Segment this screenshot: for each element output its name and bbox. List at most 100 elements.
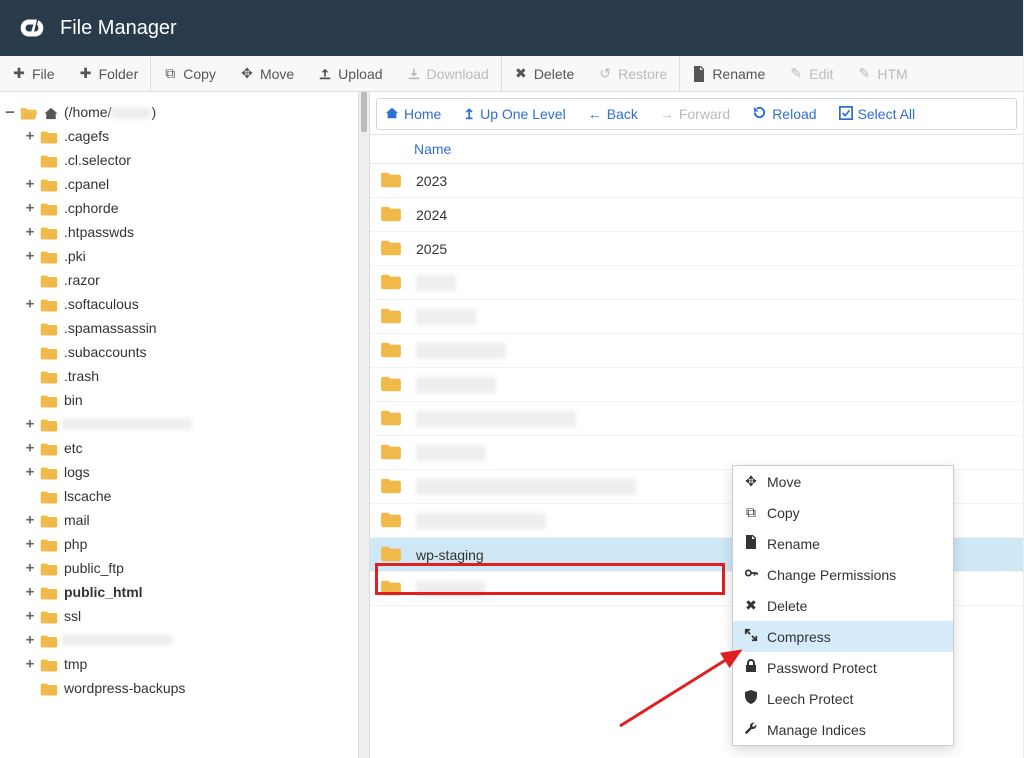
nav-home-button[interactable]: Home — [385, 106, 441, 123]
file-row[interactable] — [370, 266, 1023, 300]
app-title: File Manager — [60, 17, 177, 40]
expand-icon[interactable]: + — [24, 604, 36, 628]
file-button[interactable]: ✚File — [0, 56, 67, 91]
tree-item[interactable]: public_ftp — [62, 556, 124, 580]
folder-icon — [40, 368, 58, 384]
nav-forward-button[interactable]: →Forward — [660, 106, 730, 122]
folder-icon — [40, 440, 58, 456]
tree-item[interactable]: .cagefs — [62, 124, 109, 148]
nav-up-button[interactable]: ↥Up One Level — [463, 106, 565, 123]
tree-item-redacted[interactable] — [62, 418, 192, 430]
expand-icon[interactable]: + — [24, 124, 36, 148]
file-row[interactable] — [370, 334, 1023, 368]
nav-reload-button[interactable]: Reload — [752, 105, 816, 123]
expand-icon[interactable]: + — [24, 556, 36, 580]
expand-icon[interactable]: + — [24, 436, 36, 460]
tree-item-redacted[interactable] — [62, 634, 172, 646]
column-header-name[interactable]: Name — [370, 134, 1023, 164]
expand-icon[interactable]: + — [24, 196, 36, 220]
tree-item[interactable]: .pki — [62, 244, 86, 268]
file-name-redacted — [416, 309, 476, 325]
root-label[interactable]: (/home/) — [62, 100, 156, 124]
folder-icon — [40, 464, 58, 480]
tree-item[interactable]: .razor — [62, 268, 100, 292]
undo-icon: ↺ — [598, 67, 612, 81]
file-name-redacted — [416, 479, 636, 495]
tree-item[interactable]: php — [62, 532, 87, 556]
restore-button[interactable]: ↺Restore — [586, 56, 679, 91]
move-button[interactable]: ✥Move — [228, 56, 306, 91]
check-square-icon — [839, 106, 853, 123]
expand-icon[interactable]: + — [24, 580, 36, 604]
folder-icon — [40, 176, 58, 192]
folder-icon — [40, 392, 58, 408]
file-row[interactable]: 2025 — [370, 232, 1023, 266]
tree-item[interactable]: bin — [62, 388, 83, 412]
context-menu-compress[interactable]: Compress — [733, 621, 953, 652]
delete-button[interactable]: ✖Delete — [502, 56, 586, 91]
expand-icon[interactable]: + — [24, 220, 36, 244]
file-row[interactable] — [370, 368, 1023, 402]
tree-item[interactable]: ssl — [62, 604, 81, 628]
file-row[interactable]: 2024 — [370, 198, 1023, 232]
nav-back-button[interactable]: ←Back — [588, 106, 638, 122]
file-row[interactable]: 2023 — [370, 164, 1023, 198]
x-icon: ✖ — [743, 597, 759, 614]
tree-item[interactable]: .trash — [62, 364, 99, 388]
tree-item[interactable]: lscache — [62, 484, 111, 508]
tree-item[interactable]: .htpasswds — [62, 220, 134, 244]
tree-item[interactable]: mail — [62, 508, 90, 532]
tree-item[interactable]: .subaccounts — [62, 340, 147, 364]
tree-item[interactable]: .spamassassin — [62, 316, 157, 340]
tree-item[interactable]: wordpress-backups — [62, 676, 185, 700]
tree-item[interactable]: logs — [62, 460, 90, 484]
download-button[interactable]: Download — [395, 56, 501, 91]
context-menu-manage-indices[interactable]: Manage Indices — [733, 714, 953, 745]
tree-item[interactable]: .cpanel — [62, 172, 109, 196]
context-menu-delete[interactable]: ✖Delete — [733, 590, 953, 621]
expand-icon[interactable]: + — [24, 412, 36, 436]
expand-icon[interactable]: + — [24, 172, 36, 196]
tree-item[interactable]: .cl.selector — [62, 148, 131, 172]
context-menu-leech-protect[interactable]: Leech Protect — [733, 683, 953, 714]
expand-icon[interactable]: + — [24, 508, 36, 532]
expand-icon[interactable]: + — [24, 244, 36, 268]
edit-button[interactable]: ✎Edit — [777, 56, 845, 91]
context-menu-copy[interactable]: ⧉Copy — [733, 497, 953, 528]
nav-select-all-button[interactable]: Select All — [839, 106, 916, 123]
splitter-handle[interactable] — [358, 92, 370, 758]
html-editor-button[interactable]: ✎HTM — [845, 56, 919, 91]
context-menu-password-protect[interactable]: Password Protect — [733, 652, 953, 683]
expand-icon[interactable]: + — [24, 628, 36, 652]
collapse-icon[interactable]: – — [4, 100, 16, 124]
file-name: wp-staging — [416, 547, 484, 563]
context-menu-move[interactable]: ✥Move — [733, 466, 953, 497]
file-name: 2025 — [416, 241, 447, 257]
expand-icon[interactable]: + — [24, 292, 36, 316]
copy-button[interactable]: ⧉Copy — [151, 56, 228, 91]
file-row[interactable] — [370, 402, 1023, 436]
folder-tree[interactable]: – (/home/) + .cagefs.cl.selector + .cpanel +… — [0, 92, 358, 758]
tree-item[interactable]: etc — [62, 436, 83, 460]
expand-icon[interactable]: + — [24, 532, 36, 556]
tree-item[interactable]: public_html — [62, 580, 143, 604]
upload-button[interactable]: Upload — [306, 56, 394, 91]
folder-icon — [40, 320, 58, 336]
folder-icon — [380, 171, 404, 191]
context-menu-rename[interactable]: Rename — [733, 528, 953, 559]
tree-item[interactable]: .cphorde — [62, 196, 118, 220]
folder-button[interactable]: ✚Folder — [67, 56, 151, 91]
expand-icon[interactable]: + — [24, 460, 36, 484]
context-menu-change-permissions[interactable]: Change Permissions — [733, 559, 953, 590]
rename-button[interactable]: Rename — [680, 56, 777, 91]
file-row[interactable] — [370, 300, 1023, 334]
shield-icon — [743, 690, 759, 707]
folder-icon — [40, 248, 58, 264]
home-icon — [42, 104, 58, 120]
reload-icon — [752, 105, 767, 123]
move-icon: ✥ — [240, 67, 254, 81]
tree-item[interactable]: .softaculous — [62, 292, 139, 316]
expand-icon[interactable]: + — [24, 652, 36, 676]
tree-item[interactable]: tmp — [62, 652, 87, 676]
folder-icon — [40, 200, 58, 216]
